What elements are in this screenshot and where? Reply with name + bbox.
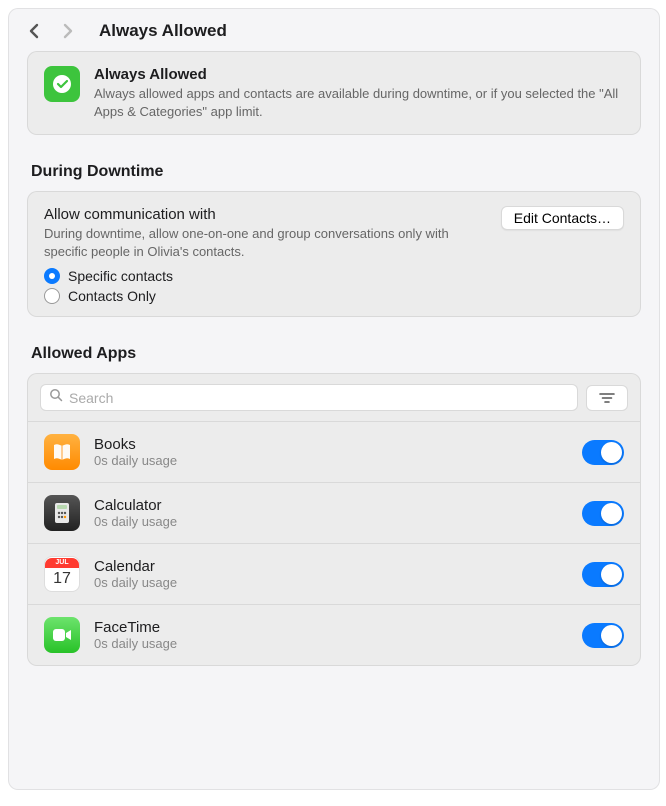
apps-section-title: Allowed Apps bbox=[31, 345, 641, 363]
edit-contacts-button[interactable]: Edit Contacts… bbox=[501, 206, 624, 230]
app-row-facetime: FaceTime 0s daily usage bbox=[28, 604, 640, 665]
app-usage: 0s daily usage bbox=[94, 514, 568, 529]
app-row-calendar: JUL 17 Calendar 0s daily usage bbox=[28, 543, 640, 604]
summary-desc: Always allowed apps and contacts are ava… bbox=[94, 85, 624, 120]
filter-button[interactable] bbox=[586, 385, 628, 411]
downtime-section-title: During Downtime bbox=[31, 163, 641, 181]
back-button[interactable] bbox=[27, 24, 41, 38]
search-box[interactable] bbox=[40, 384, 578, 411]
app-name: FaceTime bbox=[94, 619, 568, 636]
nav-arrows bbox=[27, 24, 75, 38]
app-usage: 0s daily usage bbox=[94, 575, 568, 590]
calculator-icon bbox=[44, 495, 80, 531]
calendar-day: 17 bbox=[53, 568, 71, 590]
search-icon bbox=[49, 388, 63, 407]
toggle-calendar[interactable] bbox=[582, 562, 624, 587]
radio-label: Contacts Only bbox=[68, 288, 156, 304]
downtime-title: Allow communication with bbox=[44, 206, 485, 223]
filter-icon bbox=[599, 392, 615, 404]
settings-window: Always Allowed Always Allowed Always all… bbox=[8, 8, 660, 790]
facetime-icon bbox=[44, 617, 80, 653]
summary-card: Always Allowed Always allowed apps and c… bbox=[27, 51, 641, 135]
radio-icon bbox=[44, 268, 60, 284]
search-input[interactable] bbox=[69, 390, 569, 406]
page-title: Always Allowed bbox=[99, 21, 227, 41]
calendar-month: JUL bbox=[45, 558, 79, 568]
app-usage: 0s daily usage bbox=[94, 636, 568, 651]
header: Always Allowed bbox=[9, 9, 659, 51]
radio-label: Specific contacts bbox=[68, 268, 173, 284]
toggle-books[interactable] bbox=[582, 440, 624, 465]
radio-contacts-only[interactable]: Contacts Only bbox=[44, 288, 624, 304]
toggle-facetime[interactable] bbox=[582, 623, 624, 648]
calendar-icon: JUL 17 bbox=[44, 556, 80, 592]
app-usage: 0s daily usage bbox=[94, 453, 568, 468]
app-name: Calendar bbox=[94, 558, 568, 575]
radio-icon bbox=[44, 288, 60, 304]
always-allowed-icon bbox=[44, 66, 80, 102]
radio-group: Specific contacts Contacts Only bbox=[44, 268, 624, 304]
app-name: Books bbox=[94, 436, 568, 453]
downtime-card: Allow communication with During downtime… bbox=[27, 191, 641, 317]
books-icon bbox=[44, 434, 80, 470]
downtime-desc: During downtime, allow one-on-one and gr… bbox=[44, 225, 485, 260]
radio-specific-contacts[interactable]: Specific contacts bbox=[44, 268, 624, 284]
toggle-calculator[interactable] bbox=[582, 501, 624, 526]
app-name: Calculator bbox=[94, 497, 568, 514]
forward-button[interactable] bbox=[61, 24, 75, 38]
apps-card: Books 0s daily usage Calculator 0s daily… bbox=[27, 373, 641, 666]
summary-title: Always Allowed bbox=[94, 66, 624, 83]
app-row-calculator: Calculator 0s daily usage bbox=[28, 482, 640, 543]
app-row-books: Books 0s daily usage bbox=[28, 421, 640, 482]
